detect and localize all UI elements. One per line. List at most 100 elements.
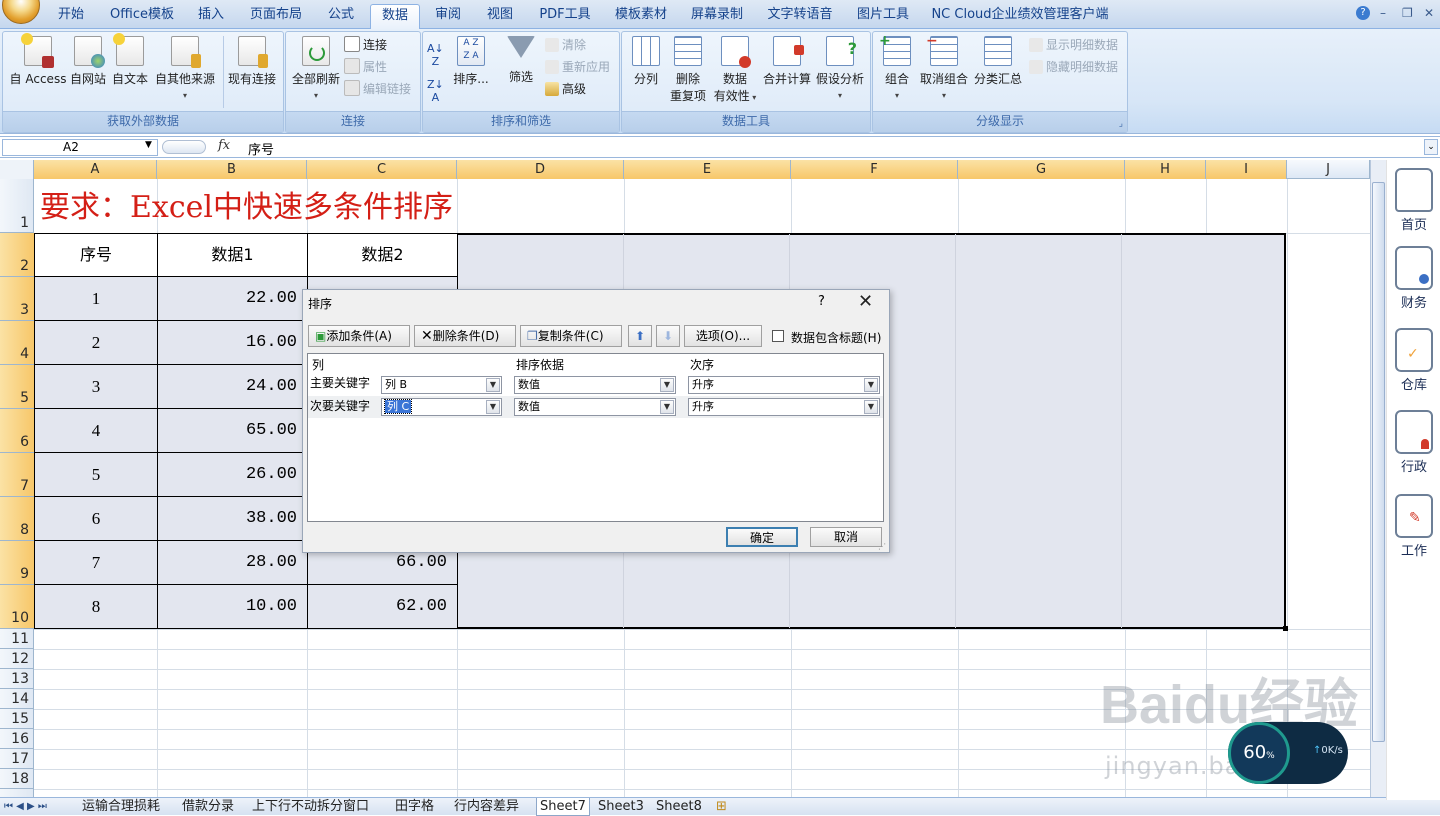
tab-insert[interactable]: 插入 xyxy=(190,4,232,28)
insert-function-icon[interactable]: fx xyxy=(218,138,230,153)
dialog-launcher-icon[interactable]: ⌟ xyxy=(1119,119,1123,129)
dialog-close-icon[interactable]: ✕ xyxy=(858,291,873,312)
then-by-column-select[interactable]: 列 C ▼ xyxy=(381,398,502,416)
tab-text-to-speech[interactable]: 文字转语音 xyxy=(763,4,837,28)
edit-links-button[interactable]: 编辑链接 xyxy=(344,80,411,97)
insert-sheet-icon[interactable]: ⊞ xyxy=(716,798,727,815)
row-header[interactable]: 11 xyxy=(0,629,34,649)
advanced-filter-button[interactable]: 高级 xyxy=(545,80,586,97)
vertical-scrollbar[interactable] xyxy=(1370,160,1386,798)
row-header[interactable]: 16 xyxy=(0,729,34,749)
table-cell-index[interactable]: 6 xyxy=(34,496,158,541)
sort-on-select[interactable]: 数值 ▼ xyxy=(514,376,676,394)
delete-level-button[interactable]: ✕删除条件(D) xyxy=(414,325,516,347)
sort-on-select[interactable]: 数值 ▼ xyxy=(514,398,676,416)
row-header[interactable]: 10 xyxy=(0,585,34,629)
tab-template-material[interactable]: 模板素材 xyxy=(610,4,672,28)
resize-grip-icon[interactable]: ⋰ xyxy=(878,542,886,551)
ok-button[interactable]: 确定 xyxy=(726,527,798,547)
show-detail-button[interactable]: 显示明细数据 xyxy=(1029,36,1118,53)
sort-by-column-select[interactable]: 列 B ▼ xyxy=(381,376,502,394)
sheet-title[interactable]: 要求：Excel中快速多条件排序 xyxy=(40,182,453,226)
row-header[interactable]: 5 xyxy=(0,365,34,409)
column-header-d[interactable]: D xyxy=(457,160,624,179)
table-cell-index[interactable]: 4 xyxy=(34,408,158,453)
side-item-warehouse[interactable]: ✓ 仓库 xyxy=(1387,328,1440,393)
has-headers-checkbox[interactable] xyxy=(772,330,784,342)
table-cell-data2[interactable]: 62.00 xyxy=(307,584,458,629)
tab-page-layout[interactable]: 页面布局 xyxy=(245,4,307,28)
refresh-all-button[interactable]: 全部刷新 ▾ xyxy=(288,36,344,101)
reapply-button[interactable]: 重新应用 xyxy=(545,58,610,75)
options-button[interactable]: 选项(O)... xyxy=(684,325,762,347)
row-header[interactable]: 13 xyxy=(0,669,34,689)
table-cell-index[interactable]: 3 xyxy=(34,364,158,409)
from-access-button[interactable]: 自 Access xyxy=(9,33,67,87)
clear-filter-button[interactable]: 清除 xyxy=(545,36,586,53)
side-item-finance[interactable]: 财务 xyxy=(1387,246,1440,311)
what-if-analysis-button[interactable]: ? 假设分析 ▾ xyxy=(814,36,866,101)
copy-level-button[interactable]: ❐复制条件(C) xyxy=(520,325,622,347)
side-item-work[interactable]: ✎ 工作 xyxy=(1387,494,1440,559)
row-header[interactable]: 18 xyxy=(0,769,34,789)
has-headers-label[interactable]: 数据包含标题(H) xyxy=(791,329,881,346)
office-button[interactable] xyxy=(2,0,40,24)
table-cell-data1[interactable]: 10.00 xyxy=(157,584,308,629)
consolidate-button[interactable]: 合并计算 xyxy=(760,36,814,87)
column-header-c[interactable]: C xyxy=(307,160,457,179)
select-all-corner[interactable] xyxy=(0,160,34,179)
table-cell-index[interactable]: 8 xyxy=(34,584,158,629)
tab-nc-cloud[interactable]: NC Cloud企业绩效管理客户端 xyxy=(930,4,1110,28)
table-cell-index[interactable]: 7 xyxy=(34,540,158,585)
cancel-button[interactable]: 取消 xyxy=(810,527,882,547)
order-select[interactable]: 升序 ▼ xyxy=(688,376,880,394)
row-header[interactable]: 8 xyxy=(0,497,34,541)
row-header[interactable]: 9 xyxy=(0,541,34,585)
table-cell-index[interactable]: 5 xyxy=(34,452,158,497)
table-cell-data1[interactable]: 24.00 xyxy=(157,364,308,409)
expand-formula-bar-icon[interactable]: ⌄ xyxy=(1424,139,1438,155)
add-level-button[interactable]: ▣添加条件(A) xyxy=(308,325,410,347)
sort-za-button[interactable]: Z↓ A xyxy=(427,78,444,104)
column-header-i[interactable]: I xyxy=(1206,160,1287,179)
name-box-dropdown-icon[interactable]: ▼ xyxy=(145,140,152,150)
row-header[interactable]: 6 xyxy=(0,409,34,453)
sheet-nav-arrows[interactable]: ⏮ ◀ ▶ ⏭ xyxy=(4,798,47,815)
sort-button[interactable]: A ZZ A 排序... xyxy=(451,36,491,87)
column-header-g[interactable]: G xyxy=(958,160,1125,179)
from-web-button[interactable]: 自网站 xyxy=(67,36,109,87)
help-icon[interactable]: ? xyxy=(1356,6,1370,20)
order-select[interactable]: 升序 ▼ xyxy=(688,398,880,416)
table-header-cell[interactable]: 数据1 xyxy=(157,233,308,277)
dialog-help-icon[interactable]: ? xyxy=(818,294,825,309)
column-header-b[interactable]: B xyxy=(157,160,307,179)
tab-screen-record[interactable]: 屏幕录制 xyxy=(686,4,748,28)
remove-duplicates-button[interactable]: 删除 重复项 xyxy=(668,36,708,104)
from-other-sources-button[interactable]: 自其他来源 ▾ xyxy=(151,36,219,101)
column-header-e[interactable]: E xyxy=(624,160,791,179)
row-header[interactable]: 4 xyxy=(0,321,34,365)
move-up-button[interactable]: ⬆ xyxy=(628,325,652,347)
hide-detail-button[interactable]: 隐藏明细数据 xyxy=(1029,58,1118,75)
row-header[interactable]: 12 xyxy=(0,649,34,669)
column-header-f[interactable]: F xyxy=(791,160,958,179)
row-header[interactable]: 1 xyxy=(0,179,34,233)
row-header[interactable]: 17 xyxy=(0,749,34,769)
subtotal-button[interactable]: 分类汇总 xyxy=(971,36,1025,87)
group-button[interactable]: + 组合 ▾ xyxy=(877,33,917,101)
existing-connections-button[interactable]: 现有连接 xyxy=(225,36,279,87)
close-icon[interactable]: ✕ xyxy=(1424,6,1434,20)
sheet-tab[interactable]: 运输合理损耗 xyxy=(82,798,160,815)
minimize-icon[interactable]: – xyxy=(1380,6,1386,20)
connections-button[interactable]: 连接 xyxy=(344,36,387,53)
column-header-h[interactable]: H xyxy=(1125,160,1206,179)
side-item-admin[interactable]: 行政 xyxy=(1387,410,1440,475)
row-header[interactable]: 7 xyxy=(0,453,34,497)
tab-review[interactable]: 审阅 xyxy=(428,4,468,28)
formula-content[interactable]: 序号 xyxy=(248,139,274,158)
table-cell-index[interactable]: 2 xyxy=(34,320,158,365)
sheet-tab[interactable]: 上下行不动拆分窗口 xyxy=(252,798,369,815)
sheet-tab-active[interactable]: Sheet7 xyxy=(536,798,590,816)
row-header[interactable]: 2 xyxy=(0,233,34,277)
tab-formulas[interactable]: 公式 xyxy=(320,4,362,28)
